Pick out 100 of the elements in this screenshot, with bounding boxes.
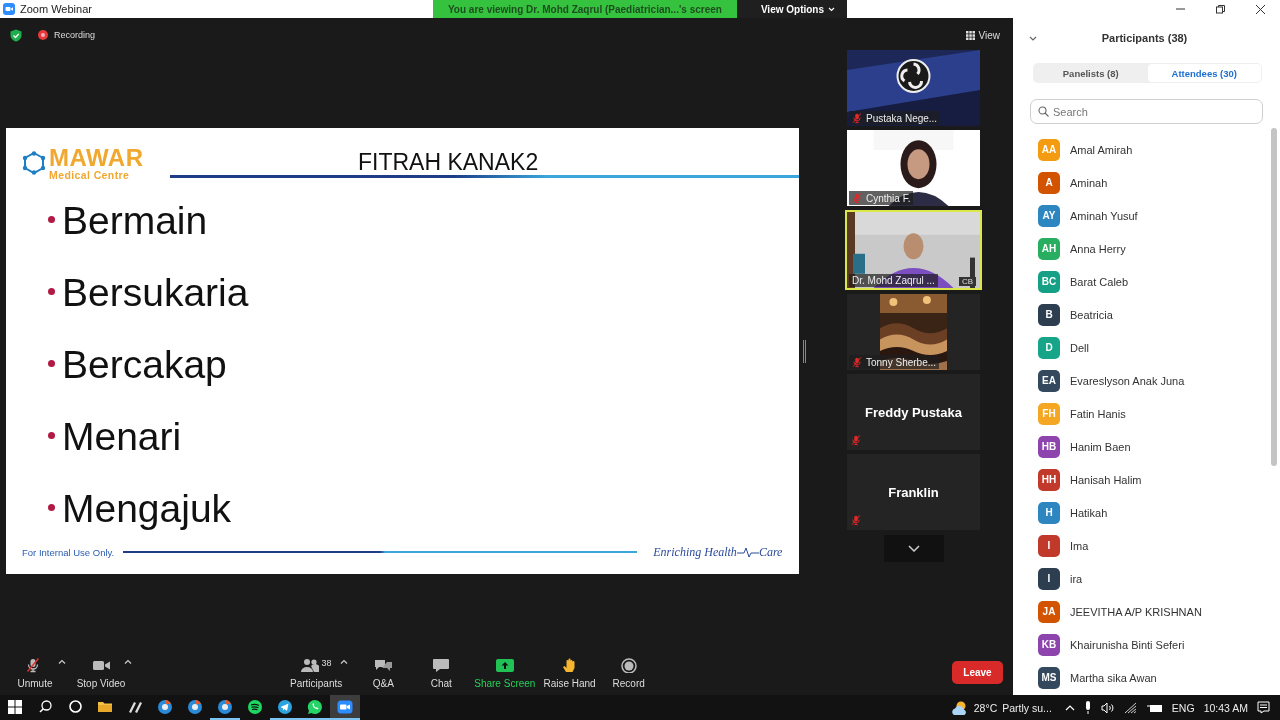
avatar: B (1038, 303, 1060, 326)
circle-icon[interactable] (68, 700, 82, 713)
leave-button[interactable]: Leave (952, 661, 1003, 684)
attendee-name[interactable]: Amal Amirah (1070, 143, 1133, 156)
windows-icon[interactable] (8, 699, 22, 714)
avatar: AY (1038, 204, 1060, 227)
tagline-text: Enriching Health (653, 544, 737, 560)
attendee-name[interactable]: Beatricia (1070, 308, 1113, 321)
bullet-text: Menari (62, 415, 182, 459)
attendee-name[interactable]: Anna Herry (1070, 242, 1126, 255)
attendee-name[interactable]: Hanim Baen (1070, 440, 1131, 453)
chevron-down-icon[interactable] (1029, 35, 1037, 41)
avatar: H (1038, 501, 1060, 524)
participant-name: Freddy Pustaka (865, 404, 962, 420)
tab[interactable]: Attendees (30) (1147, 64, 1261, 82)
chevron-down-icon (828, 6, 836, 12)
camera-icon[interactable] (337, 698, 353, 715)
toolbar-button[interactable]: Raise Hand (539, 656, 600, 689)
grid-icon (965, 30, 975, 40)
bullet-text: Bersukaria (62, 271, 249, 315)
participant-name: Pustaka Nege... (866, 112, 938, 124)
speech-bubble-icon (432, 658, 451, 673)
view-button[interactable]: View (965, 29, 1000, 41)
attendee-name[interactable]: Ima (1070, 539, 1089, 552)
attendee-name[interactable]: JEEVITHA A/P KRISHNAN (1070, 605, 1202, 618)
bullet-icon (48, 215, 55, 223)
scrollbar-thumb[interactable] (1271, 128, 1277, 466)
attendee-name[interactable]: Dell (1070, 341, 1089, 354)
attendee-name[interactable]: Fatin Hanis (1070, 407, 1126, 420)
notification-icon[interactable] (1257, 701, 1270, 714)
avatar: D (1038, 336, 1060, 359)
attendee-name[interactable]: Aminah Yusuf (1070, 209, 1138, 222)
sound-waves-icon[interactable] (247, 698, 263, 715)
toolbar-button[interactable]: Q&A (354, 656, 413, 689)
browser-icon[interactable] (157, 698, 173, 715)
toolbar-button[interactable]: Share Screen (470, 656, 540, 689)
toolbar-button[interactable]: Unmute (6, 656, 64, 689)
weather-text[interactable]: Partly su... (1002, 701, 1052, 714)
attendee-name[interactable]: Evareslyson Anak Juna (1070, 374, 1185, 387)
toolbar-button[interactable]: Chat (412, 656, 471, 689)
language-indicator[interactable]: ENG (1171, 701, 1195, 714)
tagline-text: Care (758, 544, 783, 560)
caret-up-icon[interactable] (58, 658, 66, 664)
speaker-icon[interactable] (1100, 701, 1115, 714)
view-options-button[interactable]: View Options (736, 0, 848, 18)
splitter-handle[interactable] (803, 339, 806, 363)
attendee-name[interactable]: Hatikah (1070, 506, 1108, 519)
search-icon (1038, 106, 1049, 117)
search-field[interactable]: Search (1030, 99, 1263, 124)
avatar: BC (1038, 270, 1060, 293)
slide-title: FITRAH KANAK2 (357, 149, 540, 175)
caret-up-icon[interactable] (124, 658, 132, 664)
toolbar-button[interactable]: Stop Video (72, 656, 130, 689)
tab[interactable]: Panelists (8) (1034, 64, 1148, 82)
people-icon (300, 658, 319, 673)
microphone-icon[interactable] (1083, 701, 1092, 714)
attendee-name[interactable]: Barat Caleb (1070, 275, 1129, 288)
participant-name: Tonny Sherbe... (866, 356, 937, 368)
browser-icon[interactable] (187, 698, 203, 715)
share-screen-icon (495, 658, 514, 673)
caret-up-icon[interactable] (340, 658, 349, 664)
temperature[interactable]: 28°C (973, 701, 998, 714)
participant-name: Cynthia F. (866, 192, 911, 204)
participant-name: Franklin (888, 484, 939, 500)
avatar: EA (1038, 369, 1060, 392)
avatar: HB (1038, 435, 1060, 458)
bullet-icon (48, 503, 55, 511)
clock[interactable]: 10:43 AM (1203, 701, 1248, 714)
weather-icon[interactable] (951, 699, 969, 716)
video-tile[interactable]: Franklin (847, 454, 980, 530)
chevron-up-icon[interactable] (1064, 704, 1075, 711)
avatar: MS (1038, 666, 1060, 689)
attendee-name[interactable]: Aminah (1070, 176, 1108, 189)
record-icon (619, 658, 638, 673)
browser-icon[interactable] (217, 698, 233, 715)
video-tile[interactable]: Freddy Pustaka (847, 374, 980, 450)
video-tile[interactable]: Cynthia F. (847, 130, 980, 206)
toolbar-button[interactable]: 38 Participants (286, 656, 347, 689)
battery-icon[interactable] (1146, 702, 1163, 713)
avatar: KB (1038, 633, 1060, 656)
attendee-name[interactable]: Martha sika Awan (1070, 671, 1157, 684)
shield-icon[interactable] (10, 28, 22, 42)
video-tile[interactable]: Pustaka Nege... (847, 50, 980, 126)
search-icon[interactable] (38, 700, 52, 713)
phone-bubble-icon[interactable] (307, 698, 323, 715)
brand-name: MAWAR (49, 145, 144, 170)
avatar: HH (1038, 468, 1060, 491)
attendee-name[interactable]: Hanisah Halim (1070, 473, 1142, 486)
paper-plane-icon[interactable] (277, 698, 293, 715)
attendee-name[interactable]: ira (1070, 572, 1083, 585)
attendee-name[interactable]: Khairunisha Binti Seferi (1070, 638, 1185, 651)
restore-icon[interactable] (1214, 3, 1226, 15)
toolbar-button[interactable]: Record (599, 656, 658, 689)
video-tile[interactable]: Tonny Sherbe... (847, 294, 980, 370)
speech-bubbles-icon (374, 658, 393, 673)
zoom-logo-icon (3, 3, 15, 15)
avatar: I (1038, 567, 1060, 590)
video-tile[interactable]: Dr. Mohd Zaqrul ... CB (845, 210, 982, 290)
panel-title: Participants (38) (1100, 32, 1189, 44)
close-icon[interactable] (1254, 3, 1266, 15)
